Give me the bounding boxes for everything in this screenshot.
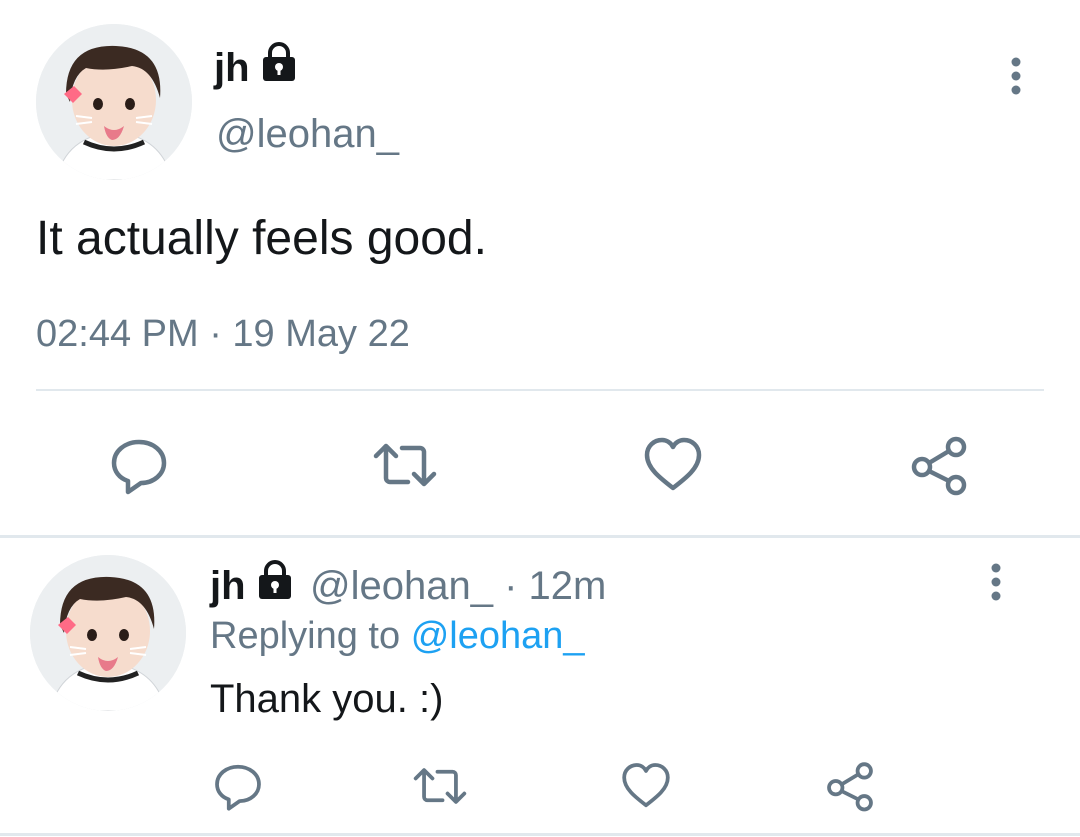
avatar[interactable] xyxy=(36,24,192,180)
share-icon xyxy=(827,762,873,812)
replying-mention-link[interactable]: @leohan_ xyxy=(411,615,585,657)
tweet-text: It actually feels good. xyxy=(36,212,487,265)
avatar-photo xyxy=(36,24,192,180)
reply-icon xyxy=(111,439,167,495)
reply-button[interactable] xyxy=(208,756,268,816)
retweet-icon xyxy=(413,768,467,804)
like-button[interactable] xyxy=(616,756,676,816)
reply-text: Thank you. :) xyxy=(210,677,444,721)
display-name[interactable]: jh xyxy=(214,44,250,92)
reply-icon xyxy=(215,764,261,811)
more-options-icon[interactable] xyxy=(976,562,1016,602)
like-icon xyxy=(622,763,670,808)
replying-prefix: Replying to xyxy=(210,615,401,657)
share-icon xyxy=(911,436,967,496)
divider xyxy=(36,389,1044,391)
reply-avatar[interactable] xyxy=(30,555,186,711)
share-button[interactable] xyxy=(820,756,880,816)
reply-button[interactable] xyxy=(104,430,174,500)
reply-display-name[interactable]: jh xyxy=(210,562,246,610)
username[interactable]: @leohan_ xyxy=(216,110,399,158)
divider xyxy=(0,833,1080,836)
retweet-button[interactable] xyxy=(408,756,472,816)
reply-username-time[interactable]: @leohan_ · 12m xyxy=(310,562,606,610)
avatar-photo xyxy=(30,555,186,711)
lock-icon xyxy=(255,558,295,602)
lock-icon xyxy=(259,40,299,84)
like-button[interactable] xyxy=(640,430,706,500)
divider xyxy=(0,535,1080,538)
tweet-timestamp[interactable]: 02:44 PM · 19 May 22 xyxy=(36,310,410,358)
like-icon xyxy=(644,437,702,491)
retweet-button[interactable] xyxy=(368,430,442,500)
replying-to: Replying to @leohan_ xyxy=(210,612,585,660)
more-options-icon[interactable] xyxy=(996,56,1036,96)
share-button[interactable] xyxy=(906,430,972,500)
retweet-icon xyxy=(373,443,437,487)
